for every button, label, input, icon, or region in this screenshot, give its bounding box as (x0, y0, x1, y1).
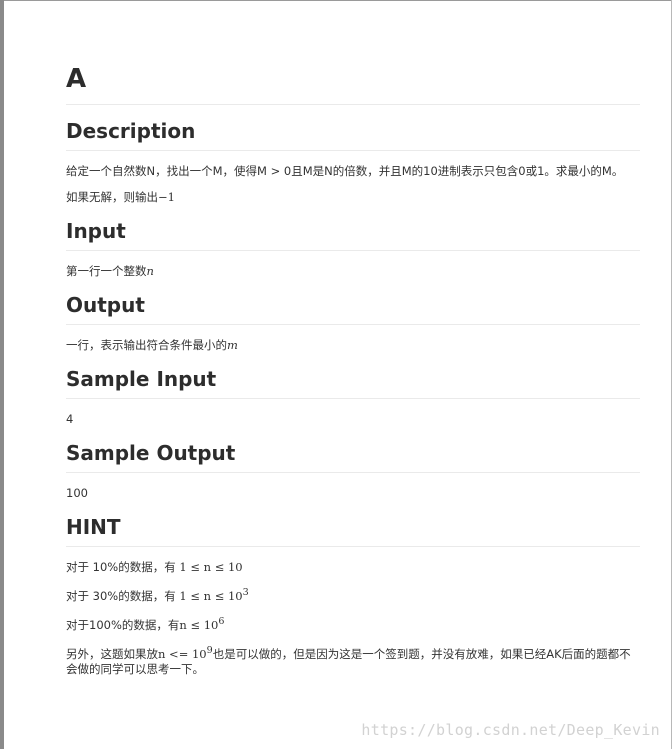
hint-line-4: 另外，这题如果放n <= 109也是可以做的，但是因为这是一个签到题，并没有放难… (66, 643, 640, 678)
description-line-1: 给定一个自然数N，找出一个M，使得M > 0且M是N的倍数，并且M的10进制表示… (66, 164, 624, 178)
input-text-label: 第一行一个整数 (66, 264, 147, 278)
hint-line-4-math: n <= 10 (158, 646, 207, 661)
hint-line-2-math: 1 ≤ n ≤ 10 (179, 588, 243, 603)
hint-section: HINT 对于 10%的数据，有 1 ≤ n ≤ 10 对于 30%的数据，有 … (66, 513, 640, 677)
output-math: m (227, 338, 238, 352)
window-top-border (0, 0, 672, 1)
input-math: n (146, 264, 154, 278)
hint-line-2: 对于 30%的数据，有 1 ≤ n ≤ 103 (66, 585, 640, 604)
hint-heading: HINT (66, 513, 640, 547)
hint-line-3-prefix: 对于100%的数据，有 (66, 617, 180, 632)
input-heading: Input (66, 217, 640, 251)
sample-output-section: Sample Output 100 (66, 439, 640, 501)
problem-title: A (66, 62, 640, 105)
hint-line-2-exponent: 3 (242, 587, 249, 598)
output-heading: Output (66, 291, 640, 325)
description-heading: Description (66, 117, 640, 151)
csdn-watermark: https://blog.csdn.net/Deep_Kevin (361, 721, 660, 739)
sample-output-heading: Sample Output (66, 439, 640, 473)
input-text: 第一行一个整数n (66, 263, 640, 279)
sample-input-section: Sample Input 4 (66, 365, 640, 427)
output-text-label: 一行，表示输出符合条件最小的 (66, 338, 227, 352)
hint-line-2-prefix: 对于 30%的数据，有 (66, 588, 176, 603)
hint-line-1: 对于 10%的数据，有 1 ≤ n ≤ 10 (66, 559, 640, 575)
sample-input-heading: Sample Input (66, 365, 640, 399)
hint-line-1-math: 1 ≤ n ≤ 10 (179, 560, 243, 574)
input-section: Input 第一行一个整数n (66, 217, 640, 279)
description-line-2: 如果无解，则输出−1 (66, 189, 640, 205)
hint-line-1-prefix: 对于 10%的数据，有 (66, 560, 176, 574)
window-left-border (0, 0, 4, 749)
description-line-2-text: 如果无解，则输出 (66, 190, 158, 204)
sample-output-value: 100 (66, 486, 88, 500)
description-section: Description 给定一个自然数N，找出一个M，使得M > 0且M是N的倍… (66, 117, 640, 205)
sample-input-value: 4 (66, 412, 74, 426)
output-section: Output 一行，表示输出符合条件最小的m (66, 291, 640, 353)
hint-line-3-math: n ≤ 10 (179, 617, 219, 632)
problem-content: A Description 给定一个自然数N，找出一个M，使得M > 0且M是N… (66, 62, 640, 677)
hint-line-4-a: 另外，这题如果放 (66, 646, 158, 661)
hint-line-3: 对于100%的数据，有n ≤ 106 (66, 614, 640, 633)
hint-line-3-exponent: 6 (218, 615, 225, 627)
description-line-2-math: −1 (158, 190, 175, 204)
output-text: 一行，表示输出符合条件最小的m (66, 337, 640, 353)
